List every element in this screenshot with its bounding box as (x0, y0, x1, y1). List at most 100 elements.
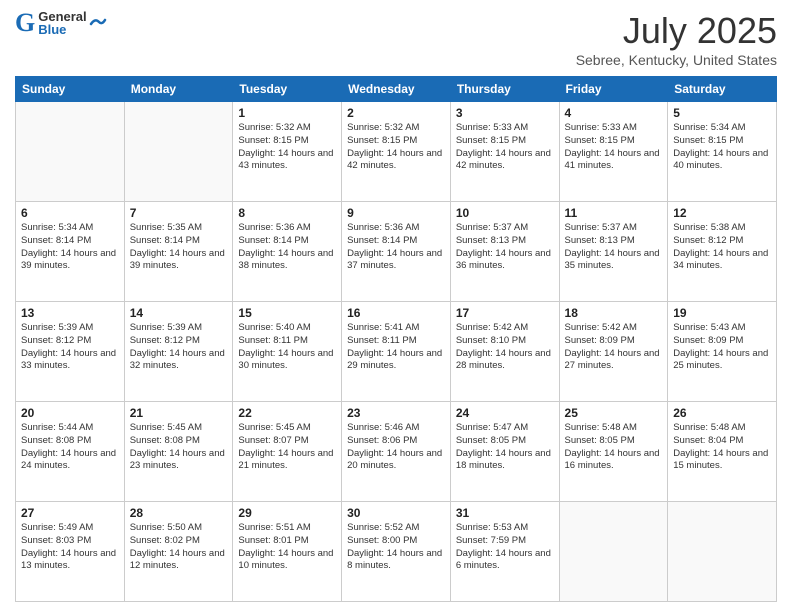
day-number: 24 (456, 406, 554, 420)
calendar-week-5: 27Sunrise: 5:49 AM Sunset: 8:03 PM Dayli… (16, 502, 777, 602)
day-number: 19 (673, 306, 771, 320)
cell-content: Sunrise: 5:48 AM Sunset: 8:05 PM Dayligh… (565, 422, 663, 473)
calendar-cell: 16 Sunrise: 5:41 AM Sunset: 8:11 PM Dayli… (342, 302, 451, 402)
calendar-cell: 24 Sunrise: 5:47 AM Sunset: 8:05 PM Dayli… (450, 402, 559, 502)
day-number: 10 (456, 206, 554, 220)
day-number: 2 (347, 106, 445, 120)
calendar-cell (16, 102, 125, 202)
calendar-cell (124, 102, 233, 202)
calendar-cell (559, 502, 668, 602)
calendar-cell: 22Sunrise: 5:45 AM Sunset: 8:07 PM Dayli… (233, 402, 342, 502)
day-number: 11 (565, 206, 663, 220)
cell-content: Sunrise: 5:33 AM Sunset: 8:15 PM Dayligh… (565, 122, 663, 173)
calendar-cell: 4Sunrise: 5:33 AM Sunset: 8:15 PM Daylig… (559, 102, 668, 202)
calendar-cell: 2Sunrise: 5:32 AM Sunset: 8:15 PM Daylig… (342, 102, 451, 202)
cell-content: Sunrise: 5:37 AM Sunset: 8:13 PM Dayligh… (456, 222, 554, 273)
cell-content: Sunrise: 5:34 AM Sunset: 8:14 PM Dayligh… (21, 222, 119, 273)
calendar-header-row: SundayMondayTuesdayWednesdayThursdayFrid… (16, 77, 777, 102)
calendar-cell: 21 Sunrise: 5:45 AM Sunset: 8:08 PM Dayli… (124, 402, 233, 502)
day-number: 20 (21, 406, 119, 420)
day-number: 26 (673, 406, 771, 420)
day-number: 30 (347, 506, 445, 520)
calendar-cell: 18Sunrise: 5:42 AM Sunset: 8:09 PM Dayli… (559, 302, 668, 402)
logo-g: G (15, 10, 35, 36)
calendar-cell: 14 Sunrise: 5:39 AM Sunset: 8:12 PM Dayli… (124, 302, 233, 402)
cell-content: Sunrise: 5:32 AM Sunset: 8:15 PM Dayligh… (238, 122, 336, 173)
calendar-cell: 13 Sunrise: 5:39 AM Sunset: 8:12 PM Dayli… (16, 302, 125, 402)
day-number: 28 (130, 506, 228, 520)
day-header-tuesday: Tuesday (233, 77, 342, 102)
day-number: 15 (238, 306, 336, 320)
calendar-cell (668, 502, 777, 602)
cell-content: Sunrise: 5:34 AM Sunset: 8:15 PM Dayligh… (673, 122, 771, 173)
calendar-cell: 9 Sunrise: 5:36 AM Sunset: 8:14 PM Daylig… (342, 202, 451, 302)
day-number: 17 (456, 306, 554, 320)
cell-content: Sunrise: 5:47 AM Sunset: 8:05 PM Dayligh… (456, 422, 554, 473)
calendar-week-1: 1 Sunrise: 5:32 AM Sunset: 8:15 PM Daylig… (16, 102, 777, 202)
cell-content: Sunrise: 5:46 AM Sunset: 8:06 PM Dayligh… (347, 422, 445, 473)
cell-content: Sunrise: 5:36 AM Sunset: 8:14 PM Dayligh… (238, 222, 336, 273)
cell-content: Sunrise: 5:41 AM Sunset: 8:11 PM Dayligh… (347, 322, 445, 373)
cell-content: Sunrise: 5:48 AM Sunset: 8:04 PM Dayligh… (673, 422, 771, 473)
calendar-cell: 12 Sunrise: 5:38 AM Sunset: 8:12 PM Dayli… (668, 202, 777, 302)
calendar-cell: 8 Sunrise: 5:36 AM Sunset: 8:14 PM Daylig… (233, 202, 342, 302)
calendar-cell: 19 Sunrise: 5:43 AM Sunset: 8:09 PM Dayli… (668, 302, 777, 402)
title-section: July 2025 Sebree, Kentucky, United State… (576, 10, 777, 68)
calendar-cell: 17 Sunrise: 5:42 AM Sunset: 8:10 PM Dayli… (450, 302, 559, 402)
day-header-sunday: Sunday (16, 77, 125, 102)
cell-content: Sunrise: 5:44 AM Sunset: 8:08 PM Dayligh… (21, 422, 119, 473)
calendar-cell: 26 Sunrise: 5:48 AM Sunset: 8:04 PM Dayli… (668, 402, 777, 502)
calendar-table: SundayMondayTuesdayWednesdayThursdayFrid… (15, 76, 777, 602)
day-header-monday: Monday (124, 77, 233, 102)
day-number: 21 (130, 406, 228, 420)
calendar-cell: 31Sunrise: 5:53 AM Sunset: 7:59 PM Dayli… (450, 502, 559, 602)
cell-content: Sunrise: 5:42 AM Sunset: 8:10 PM Dayligh… (456, 322, 554, 373)
day-number: 23 (347, 406, 445, 420)
calendar-week-2: 6Sunrise: 5:34 AM Sunset: 8:14 PM Daylig… (16, 202, 777, 302)
cell-content: Sunrise: 5:50 AM Sunset: 8:02 PM Dayligh… (130, 522, 228, 573)
logo-wave-icon (89, 14, 107, 32)
cell-content: Sunrise: 5:39 AM Sunset: 8:12 PM Dayligh… (21, 322, 119, 373)
logo-blue-text: Blue (38, 23, 86, 36)
page: G General Blue July 2025 Sebree, Kentuck… (0, 0, 792, 612)
cell-content: Sunrise: 5:52 AM Sunset: 8:00 PM Dayligh… (347, 522, 445, 573)
day-number: 13 (21, 306, 119, 320)
cell-content: Sunrise: 5:33 AM Sunset: 8:15 PM Dayligh… (456, 122, 554, 173)
cell-content: Sunrise: 5:45 AM Sunset: 8:08 PM Dayligh… (130, 422, 228, 473)
day-number: 16 (347, 306, 445, 320)
calendar-cell: 20 Sunrise: 5:44 AM Sunset: 8:08 PM Dayli… (16, 402, 125, 502)
day-header-saturday: Saturday (668, 77, 777, 102)
calendar-cell: 7 Sunrise: 5:35 AM Sunset: 8:14 PM Daylig… (124, 202, 233, 302)
cell-content: Sunrise: 5:42 AM Sunset: 8:09 PM Dayligh… (565, 322, 663, 373)
cell-content: Sunrise: 5:43 AM Sunset: 8:09 PM Dayligh… (673, 322, 771, 373)
calendar-cell: 3Sunrise: 5:33 AM Sunset: 8:15 PM Daylig… (450, 102, 559, 202)
calendar-cell: 29Sunrise: 5:51 AM Sunset: 8:01 PM Dayli… (233, 502, 342, 602)
logo: G General Blue (15, 10, 107, 36)
calendar-cell: 6Sunrise: 5:34 AM Sunset: 8:14 PM Daylig… (16, 202, 125, 302)
day-number: 7 (130, 206, 228, 220)
day-number: 29 (238, 506, 336, 520)
day-number: 12 (673, 206, 771, 220)
day-number: 27 (21, 506, 119, 520)
day-header-friday: Friday (559, 77, 668, 102)
main-title: July 2025 (576, 10, 777, 52)
cell-content: Sunrise: 5:45 AM Sunset: 8:07 PM Dayligh… (238, 422, 336, 473)
calendar-cell: 1 Sunrise: 5:32 AM Sunset: 8:15 PM Daylig… (233, 102, 342, 202)
calendar-cell: 27Sunrise: 5:49 AM Sunset: 8:03 PM Dayli… (16, 502, 125, 602)
cell-content: Sunrise: 5:38 AM Sunset: 8:12 PM Dayligh… (673, 222, 771, 273)
cell-content: Sunrise: 5:36 AM Sunset: 8:14 PM Dayligh… (347, 222, 445, 273)
calendar-cell: 5Sunrise: 5:34 AM Sunset: 8:15 PM Daylig… (668, 102, 777, 202)
cell-content: Sunrise: 5:53 AM Sunset: 7:59 PM Dayligh… (456, 522, 554, 573)
calendar-cell: 10 Sunrise: 5:37 AM Sunset: 8:13 PM Dayli… (450, 202, 559, 302)
calendar-cell: 30 Sunrise: 5:52 AM Sunset: 8:00 PM Dayli… (342, 502, 451, 602)
calendar-cell: 23 Sunrise: 5:46 AM Sunset: 8:06 PM Dayli… (342, 402, 451, 502)
header: G General Blue July 2025 Sebree, Kentuck… (15, 10, 777, 68)
subtitle: Sebree, Kentucky, United States (576, 52, 777, 68)
cell-content: Sunrise: 5:35 AM Sunset: 8:14 PM Dayligh… (130, 222, 228, 273)
day-number: 14 (130, 306, 228, 320)
cell-content: Sunrise: 5:39 AM Sunset: 8:12 PM Dayligh… (130, 322, 228, 373)
day-number: 9 (347, 206, 445, 220)
calendar-cell: 15Sunrise: 5:40 AM Sunset: 8:11 PM Dayli… (233, 302, 342, 402)
day-number: 1 (238, 106, 336, 120)
day-number: 8 (238, 206, 336, 220)
